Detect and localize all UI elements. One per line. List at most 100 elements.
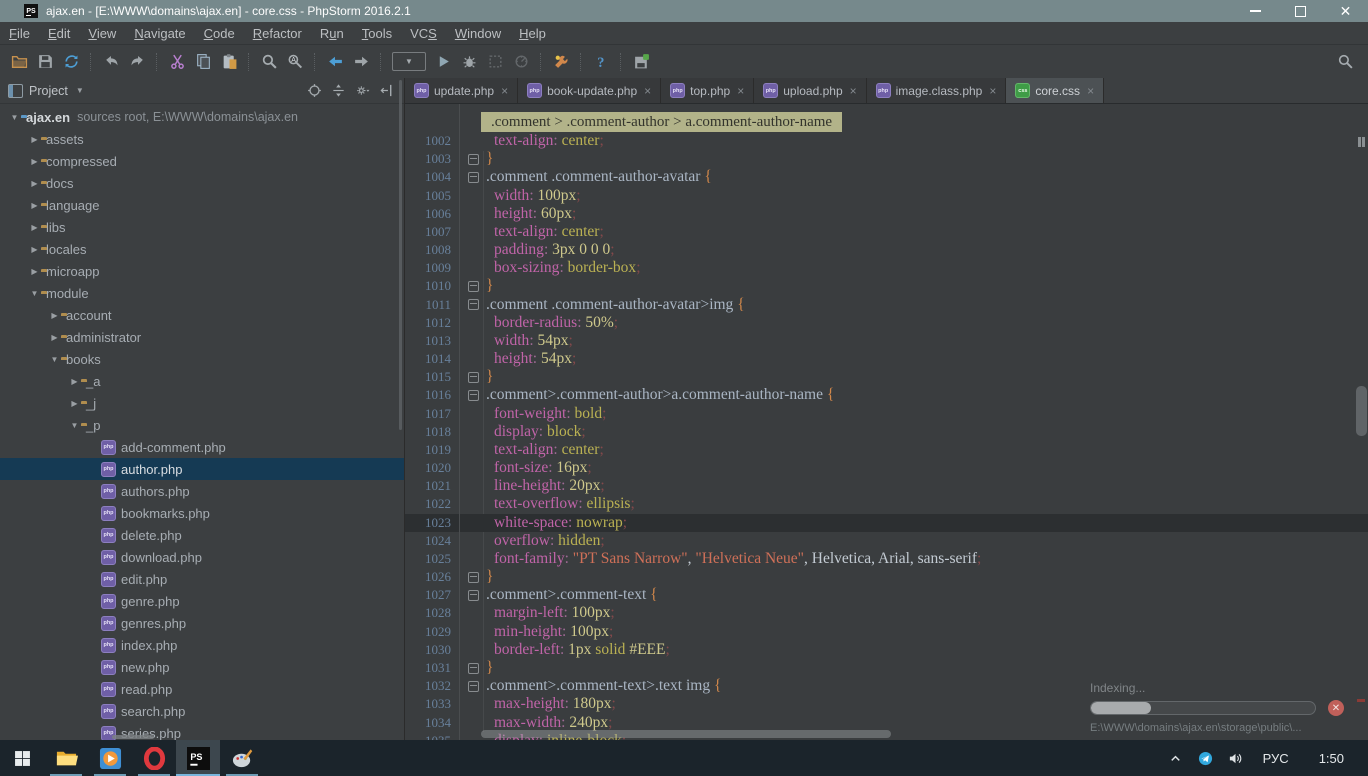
menu-vcs[interactable]: VCS bbox=[401, 26, 446, 41]
taskbar-opera-button[interactable] bbox=[132, 740, 176, 776]
tab-top-php[interactable]: phptop.php× bbox=[661, 78, 754, 103]
taskbar-paint-button[interactable] bbox=[220, 740, 264, 776]
menu-tools[interactable]: Tools bbox=[353, 26, 401, 41]
tree-item-locales[interactable]: ▶locales bbox=[0, 238, 404, 260]
code-line-1010[interactable]: 1010} bbox=[405, 277, 1368, 295]
tree-item-authors-php[interactable]: phpauthors.php bbox=[0, 480, 404, 502]
code-line-1028[interactable]: 1028margin-left: 100px; bbox=[405, 604, 1368, 622]
code-editor[interactable]: 1002text-align: center;1003}1004.comment… bbox=[405, 104, 1368, 740]
project-view-dropdown[interactable]: ▼ bbox=[76, 86, 84, 95]
tree-item-delete-php[interactable]: phpdelete.php bbox=[0, 524, 404, 546]
taskbar-start-button[interactable] bbox=[0, 740, 44, 776]
fold-marker[interactable] bbox=[459, 368, 486, 386]
undo-icon[interactable] bbox=[98, 50, 124, 74]
tree-expand-arrow-icon[interactable]: ▶ bbox=[28, 201, 41, 210]
tree-collapse-arrow-icon[interactable]: ▼ bbox=[8, 113, 21, 122]
taskbar-phpstorm-button[interactable]: PS bbox=[176, 740, 220, 776]
tree-item-read-php[interactable]: phpread.php bbox=[0, 678, 404, 700]
menu-navigate[interactable]: Navigate bbox=[125, 26, 194, 41]
tree-item-account[interactable]: ▶account bbox=[0, 304, 404, 326]
fold-marker[interactable] bbox=[459, 150, 486, 168]
fold-marker[interactable] bbox=[459, 168, 486, 186]
tab-close-icon[interactable]: × bbox=[501, 85, 508, 97]
fold-marker[interactable] bbox=[459, 296, 486, 314]
code-line-1015[interactable]: 1015} bbox=[405, 368, 1368, 386]
fold-marker[interactable] bbox=[459, 677, 486, 695]
code-line-1029[interactable]: 1029min-height: 100px; bbox=[405, 623, 1368, 641]
taskbar-explorer-button[interactable] bbox=[44, 740, 88, 776]
menu-window[interactable]: Window bbox=[446, 26, 510, 41]
code-line-1012[interactable]: 1012border-radius: 50%; bbox=[405, 314, 1368, 332]
close-button[interactable]: ✕ bbox=[1323, 0, 1368, 22]
help-icon[interactable]: ? bbox=[588, 50, 614, 74]
code-line-1031[interactable]: 1031} bbox=[405, 659, 1368, 677]
menu-refactor[interactable]: Refactor bbox=[244, 26, 311, 41]
tree-collapse-arrow-icon[interactable]: ▼ bbox=[28, 289, 41, 298]
telegram-icon[interactable] bbox=[1191, 740, 1221, 776]
cut-icon[interactable] bbox=[164, 50, 190, 74]
tree-expand-arrow-icon[interactable]: ▶ bbox=[48, 333, 61, 342]
menu-help[interactable]: Help bbox=[510, 26, 555, 41]
tree-expand-arrow-icon[interactable]: ▶ bbox=[28, 223, 41, 232]
tree-expand-arrow-icon[interactable]: ▶ bbox=[28, 179, 41, 188]
gear-icon[interactable] bbox=[350, 79, 374, 103]
tab-book-update-php[interactable]: phpbook-update.php× bbox=[518, 78, 661, 103]
collapse-all-icon[interactable] bbox=[326, 79, 350, 103]
debug-icon[interactable] bbox=[456, 50, 482, 74]
tree-item-language[interactable]: ▶language bbox=[0, 194, 404, 216]
synchronize-icon[interactable] bbox=[58, 50, 84, 74]
tab-close-icon[interactable]: × bbox=[989, 85, 996, 97]
code-line-1013[interactable]: 1013width: 54px; bbox=[405, 332, 1368, 350]
save-sync-icon[interactable] bbox=[628, 50, 654, 74]
tab-close-icon[interactable]: × bbox=[850, 85, 857, 97]
tree-item-compressed[interactable]: ▶compressed bbox=[0, 150, 404, 172]
tree-item-search-php[interactable]: phpsearch.php bbox=[0, 700, 404, 722]
fold-marker[interactable] bbox=[459, 568, 486, 586]
fold-marker[interactable] bbox=[459, 386, 486, 404]
tree-item-bookmarks-php[interactable]: phpbookmarks.php bbox=[0, 502, 404, 524]
minimize-button[interactable] bbox=[1233, 0, 1278, 22]
tree-collapse-arrow-icon[interactable]: ▼ bbox=[48, 355, 61, 364]
redo-icon[interactable] bbox=[124, 50, 150, 74]
fold-marker[interactable] bbox=[459, 277, 486, 295]
fold-marker[interactable] bbox=[459, 586, 486, 604]
search-icon[interactable] bbox=[1332, 49, 1358, 73]
code-line-1023[interactable]: 1023white-space: nowrap; bbox=[405, 514, 1368, 532]
tab-upload-php[interactable]: phpupload.php× bbox=[754, 78, 866, 103]
tree-item-edit-php[interactable]: phpedit.php bbox=[0, 568, 404, 590]
code-line-1022[interactable]: 1022text-overflow: ellipsis; bbox=[405, 495, 1368, 513]
save-all-icon[interactable] bbox=[32, 50, 58, 74]
language-indicator[interactable]: РУС bbox=[1251, 751, 1301, 766]
menu-file[interactable]: File bbox=[0, 26, 39, 41]
code-line-1003[interactable]: 1003} bbox=[405, 150, 1368, 168]
replace-icon[interactable]: A bbox=[282, 50, 308, 74]
tree-item-assets[interactable]: ▶assets bbox=[0, 128, 404, 150]
tree-item-new-php[interactable]: phpnew.php bbox=[0, 656, 404, 678]
coverage-icon[interactable] bbox=[482, 50, 508, 74]
back-icon[interactable] bbox=[322, 50, 348, 74]
menu-run[interactable]: Run bbox=[311, 26, 353, 41]
find-icon[interactable] bbox=[256, 50, 282, 74]
tab-core-css[interactable]: csscore.css× bbox=[1006, 78, 1104, 103]
tree-expand-arrow-icon[interactable]: ▶ bbox=[28, 135, 41, 144]
hide-panel-icon[interactable] bbox=[374, 79, 398, 103]
code-line-1009[interactable]: 1009box-sizing: border-box; bbox=[405, 259, 1368, 277]
tree-item-author-php[interactable]: phpauthor.php bbox=[0, 458, 404, 480]
fold-marker[interactable] bbox=[459, 659, 486, 677]
code-line-1025[interactable]: 1025font-family: "PT Sans Narrow", "Helv… bbox=[405, 550, 1368, 568]
menu-edit[interactable]: Edit bbox=[39, 26, 79, 41]
tree-item-_j[interactable]: ▶_j bbox=[0, 392, 404, 414]
clock[interactable]: 1:50 bbox=[1301, 751, 1350, 766]
tree-collapse-arrow-icon[interactable]: ▼ bbox=[68, 421, 81, 430]
taskbar-media-player-button[interactable] bbox=[88, 740, 132, 776]
code-line-1002[interactable]: 1002text-align: center; bbox=[405, 132, 1368, 150]
code-line-1017[interactable]: 1017font-weight: bold; bbox=[405, 405, 1368, 423]
code-line-1014[interactable]: 1014height: 54px; bbox=[405, 350, 1368, 368]
tree-expand-arrow-icon[interactable]: ▶ bbox=[48, 311, 61, 320]
profiler-icon[interactable] bbox=[508, 50, 534, 74]
tab-image-class-php[interactable]: phpimage.class.php× bbox=[867, 78, 1007, 103]
code-line-1006[interactable]: 1006height: 60px; bbox=[405, 205, 1368, 223]
tab-close-icon[interactable]: × bbox=[737, 85, 744, 97]
run-config-combo[interactable]: ▼ bbox=[392, 52, 426, 71]
tree-item-index-php[interactable]: phpindex.php bbox=[0, 634, 404, 656]
